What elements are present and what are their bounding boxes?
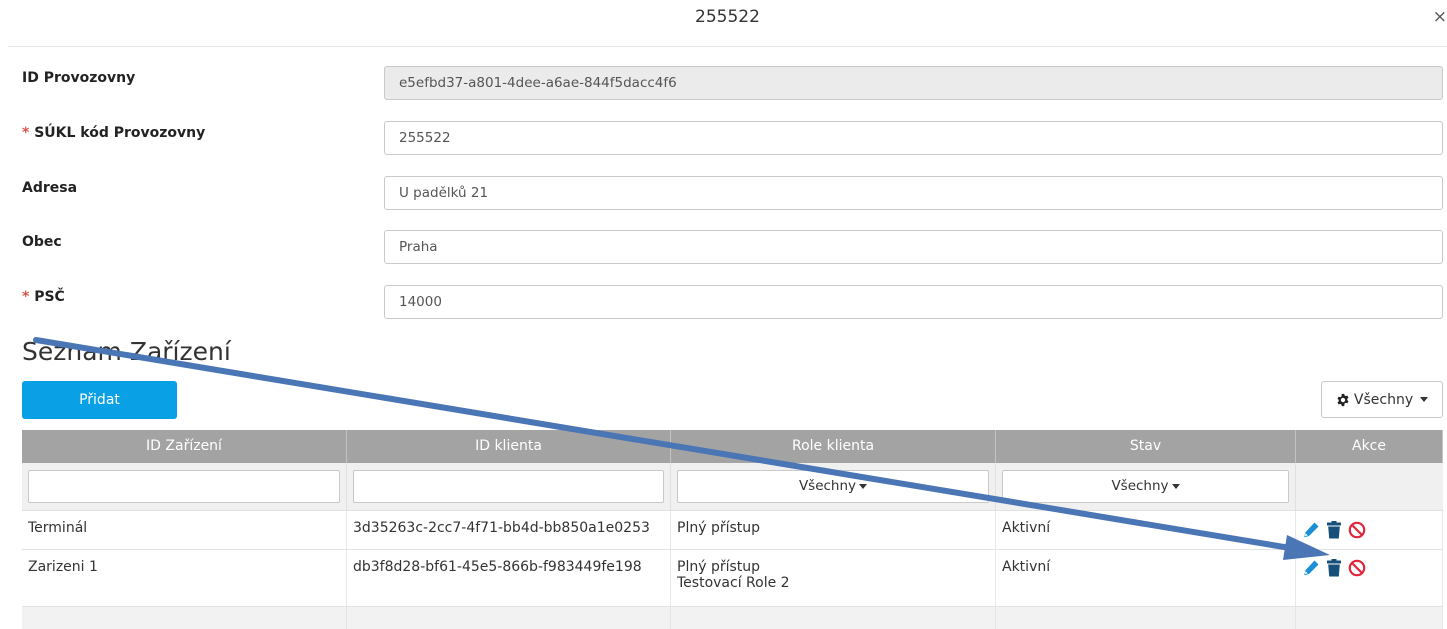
modal-header: 255522 × <box>8 0 1447 47</box>
visibility-filter-button[interactable]: Všechny <box>1321 381 1443 418</box>
sukl-field[interactable]: 255522 <box>384 121 1443 155</box>
id-label: ID Provozovny <box>22 70 136 86</box>
city-label: Obec <box>22 234 62 250</box>
client-role-item: Testovací Role 2 <box>677 575 790 591</box>
state-cell: Aktivní <box>996 550 1296 606</box>
form-row-psc: * PSČ 14000 <box>22 285 1443 325</box>
address-field[interactable]: U padělků 21 <box>384 176 1443 210</box>
table-row[interactable]: Terminál 3d35263c-2cc7-4f71-bb4d-bb850a1… <box>22 511 1443 550</box>
address-label: Adresa <box>22 180 78 196</box>
table-row[interactable]: Zarizeni 1 db3f8d28-bf61-45e5-866b-f9834… <box>22 550 1443 607</box>
visibility-filter-label: Všechny <box>1353 391 1414 408</box>
column-header-state[interactable]: Stav <box>996 430 1296 463</box>
sukl-label: * SÚKL kód Provozovny <box>22 125 205 141</box>
ban-icon[interactable] <box>1348 521 1366 539</box>
device-id-cell: Zarizeni 1 <box>22 550 347 606</box>
trash-icon[interactable] <box>1325 521 1343 539</box>
form-row-city: Obec Praha <box>22 230 1443 270</box>
device-id-filter-input[interactable] <box>28 470 340 503</box>
gear-icon <box>1337 393 1349 406</box>
psc-field[interactable]: 14000 <box>384 285 1443 319</box>
actions-cell <box>1296 550 1443 606</box>
pencil-icon[interactable] <box>1302 559 1320 577</box>
chevron-down-icon <box>859 483 868 489</box>
chevron-down-icon <box>1171 483 1180 489</box>
table-header: ID Zařízení ID klienta Role klienta Stav… <box>22 430 1443 463</box>
close-icon[interactable]: × <box>1433 7 1447 27</box>
client-id-cell: db3f8d28-bf61-45e5-866b-f983449fe198 <box>347 550 671 606</box>
state-filter-value: Všechny <box>1111 478 1169 494</box>
city-field[interactable]: Praha <box>384 230 1443 264</box>
sukl-label-text: SÚKL kód Provozovny <box>34 125 206 141</box>
form-row-address: Adresa U padělků 21 <box>22 176 1443 216</box>
client-role-item: Plný přístup <box>677 559 761 575</box>
id-field: e5efbd37-a801-4dee-a6ae-844f5dacc4f6 <box>384 66 1443 100</box>
column-header-actions: Akce <box>1296 430 1443 463</box>
required-mark: * <box>22 289 30 305</box>
client-role-cell: Plný přístup Testovací Role 2 <box>671 550 996 606</box>
psc-label-text: PSČ <box>34 289 65 305</box>
devices-table: ID Zařízení ID klienta Role klienta Stav… <box>22 430 1443 629</box>
role-filter-select[interactable]: Všechny <box>677 470 989 503</box>
client-role-cell: Plný přístup <box>671 511 996 549</box>
client-id-cell: 3d35263c-2cc7-4f71-bb4d-bb850a1e0253 <box>347 511 671 549</box>
chevron-down-icon <box>1420 397 1429 402</box>
add-button[interactable]: Přidat <box>22 381 177 419</box>
device-id-cell: Terminál <box>22 511 347 549</box>
column-header-device-id[interactable]: ID Zařízení <box>22 430 347 463</box>
form-row-id: ID Provozovny e5efbd37-a801-4dee-a6ae-84… <box>22 66 1443 106</box>
pencil-icon[interactable] <box>1302 521 1320 539</box>
modal-title: 255522 <box>695 7 760 27</box>
state-cell: Aktivní <box>996 511 1296 549</box>
column-header-client-role[interactable]: Role klienta <box>671 430 996 463</box>
form-row-sukl: * SÚKL kód Provozovny 255522 <box>22 121 1443 161</box>
trash-icon[interactable] <box>1325 559 1343 577</box>
state-filter-select[interactable]: Všechny <box>1002 470 1289 503</box>
column-header-client-id[interactable]: ID klienta <box>347 430 671 463</box>
client-id-filter-input[interactable] <box>353 470 664 503</box>
role-filter-value: Všechny <box>798 478 857 494</box>
required-mark: * <box>22 125 30 141</box>
section-title: Seznam Zařízení <box>22 337 231 366</box>
filter-row: Všechny Všechny <box>22 463 1443 511</box>
actions-cell <box>1296 511 1443 549</box>
ban-icon[interactable] <box>1348 559 1366 577</box>
empty-table-row <box>22 607 1443 629</box>
psc-label: * PSČ <box>22 289 65 305</box>
